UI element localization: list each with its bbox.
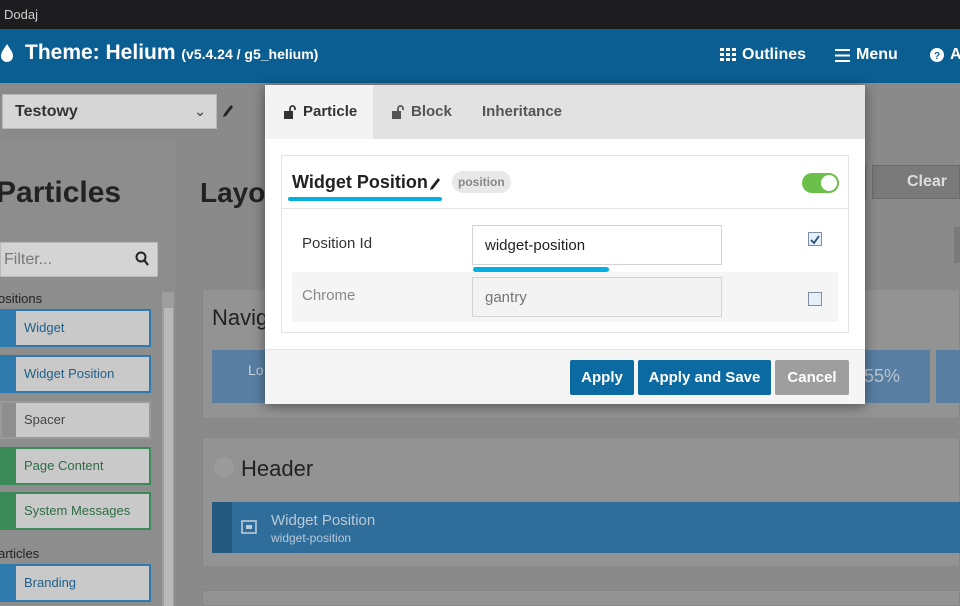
particle-settings-card: Widget Position position Position Id Chr…	[281, 155, 849, 333]
particle-settings-modal: Particle Block Inheritance Widget Positi…	[265, 85, 865, 404]
nav-outlines[interactable]: Outlines	[720, 46, 806, 64]
theme-version: (v5.4.24 / g5_helium)	[181, 46, 319, 62]
particle-type-badge: position	[452, 171, 511, 193]
unlock-icon	[284, 105, 296, 119]
chrome-input[interactable]	[472, 277, 722, 317]
particle-title[interactable]: Widget Position	[292, 172, 428, 193]
chrome-row: Chrome	[292, 272, 838, 322]
chevron-down-icon: ⌄	[194, 103, 206, 119]
clear-layout-button[interactable]: Clear	[872, 165, 960, 199]
edit-outline-pencil-icon[interactable]	[222, 103, 234, 117]
window-title: Dodaj	[4, 7, 38, 22]
widget-position-icon	[2, 357, 16, 391]
widget-position-icon	[241, 520, 257, 534]
check-icon	[810, 235, 820, 245]
navigation-section-title: Navig	[212, 305, 269, 330]
navigation-logo-block[interactable]: Lo	[212, 350, 272, 403]
particles-heading: articles	[0, 546, 40, 561]
layout-side-button[interactable]	[954, 227, 960, 263]
window-titlebar: Dodaj	[0, 0, 960, 29]
toggle-knob	[821, 175, 837, 191]
card-divider	[282, 208, 848, 209]
layout-title: Layo	[200, 177, 266, 208]
sidebar-item-system-messages[interactable]: System Messages	[0, 492, 151, 530]
section-settings-icon[interactable]	[214, 457, 234, 477]
help-circle-icon: ?	[930, 48, 944, 62]
enabled-toggle[interactable]	[802, 173, 839, 193]
widget-block-title: Widget Position	[271, 512, 376, 529]
apply-and-save-button[interactable]: Apply and Save	[638, 360, 771, 395]
navigation-menu-block[interactable]: 55%	[864, 350, 930, 403]
modal-tabs: Particle Block Inheritance	[265, 85, 865, 139]
sidebar-item-page-content[interactable]: Page Content	[0, 447, 151, 485]
spacer-icon	[2, 403, 16, 437]
nav-menu[interactable]: Menu	[835, 46, 898, 64]
nav-about[interactable]: ? A	[930, 46, 960, 64]
system-messages-icon	[2, 494, 16, 528]
header-section-title: Header	[241, 456, 314, 481]
position-id-override-checkbox[interactable]	[808, 232, 822, 246]
page-content-icon	[2, 449, 16, 483]
sidebar-item-widget[interactable]: Widget	[0, 309, 151, 347]
position-id-label: Position Id	[302, 235, 373, 252]
cancel-button[interactable]: Cancel	[775, 360, 849, 395]
theme-title: Theme: Helium (v5.4.24 / g5_helium)	[25, 41, 319, 64]
helium-logo-icon	[1, 44, 13, 62]
positions-heading: ositions	[0, 291, 43, 306]
chrome-label: Chrome	[302, 287, 356, 304]
input-highlight	[473, 267, 609, 272]
sidebar-item-spacer[interactable]: Spacer	[0, 401, 151, 439]
apply-button[interactable]: Apply	[570, 360, 634, 395]
edit-title-pencil-icon[interactable]	[429, 176, 441, 190]
position-id-input[interactable]	[472, 225, 722, 265]
tab-inheritance[interactable]: Inheritance	[482, 85, 562, 139]
navigation-extra-block[interactable]	[936, 350, 960, 403]
svg-text:?: ?	[934, 51, 940, 62]
scrollbar-thumb[interactable]	[164, 308, 173, 606]
search-icon	[135, 251, 149, 266]
modal-footer: Apply Apply and Save Cancel	[265, 350, 865, 404]
title-highlight	[288, 197, 442, 201]
app-header: Theme: Helium (v5.4.24 / g5_helium) Outl…	[0, 29, 960, 83]
sidebar-scrollbar[interactable]	[161, 292, 174, 606]
widget-icon	[2, 311, 16, 345]
next-section	[202, 590, 960, 606]
unlock-icon	[392, 105, 404, 119]
tab-particle[interactable]: Particle	[265, 85, 373, 139]
branding-icon	[2, 566, 16, 600]
sidebar-item-widget-position[interactable]: Widget Position	[0, 355, 151, 393]
tab-block[interactable]: Block	[391, 85, 452, 139]
chrome-override-checkbox[interactable]	[808, 292, 822, 306]
sidebar-item-branding[interactable]: Branding	[0, 564, 151, 602]
widget-block-subtitle: widget-position	[271, 531, 352, 545]
position-id-row: Position Id	[292, 220, 838, 270]
drag-handle[interactable]	[212, 502, 232, 553]
sidebar-title: Particles	[0, 176, 122, 209]
widget-position-block[interactable]: Widget Position widget-position	[212, 502, 960, 553]
particle-filter-input[interactable]: Filter...	[0, 242, 158, 277]
outline-select[interactable]: Testowy ⌄	[2, 94, 217, 129]
grid-icon	[720, 48, 736, 61]
hamburger-icon	[835, 48, 850, 62]
